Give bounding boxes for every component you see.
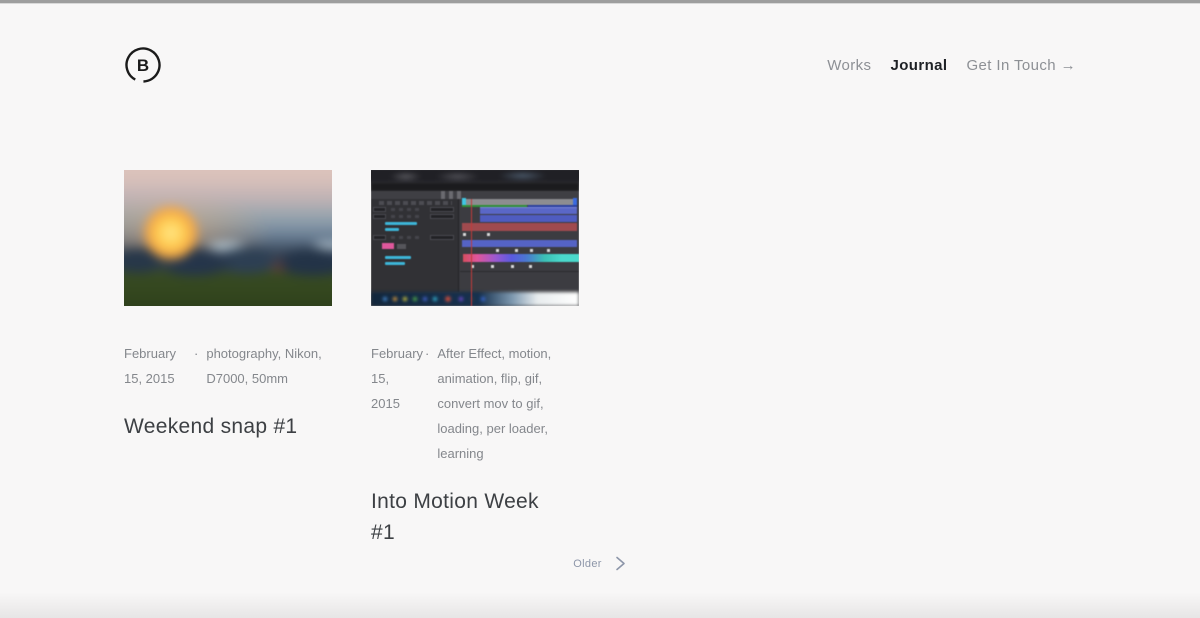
ae-property-cells [391,215,421,218]
after-effects-screenshot-art [371,170,579,306]
journal-page: B Works Journal Get In Touch → [0,0,1200,618]
content-container: B Works Journal Get In Touch → [124,0,1076,548]
ae-gradient-layer-bar [463,254,579,262]
ae-value-text [385,222,417,225]
ae-timeline-panel [460,199,579,292]
entry-meta: February 15, 2015 · After Effect, motion… [371,341,579,466]
ae-property-cells [391,236,421,239]
journal-entry: February 15, 2015 · After Effect, motion… [371,170,579,548]
ae-property-row [373,235,454,240]
ae-reset-button [373,235,386,240]
ae-layer-bar-blue [480,207,577,214]
logo-letter: B [137,56,149,75]
ae-keyframe [511,265,514,268]
ae-reset-button [373,214,386,219]
entry-meta: February 15, 2015 · photography, Nikon, … [124,341,332,391]
macos-dock [371,292,579,306]
ae-color-swatch [382,243,394,249]
nav-item-journal[interactable]: Journal [890,57,947,74]
ae-value-text [385,262,405,265]
ae-property-cells [391,208,421,211]
ae-dark-band [371,183,579,191]
ae-layer-bar-blue [462,240,577,247]
pagination: Older [0,556,1200,571]
ae-layer-bar-red [462,223,577,231]
entry-thumbnail-sunset-photo[interactable] [124,170,332,306]
entry-thumbnail-after-effects[interactable] [371,170,579,306]
entry-tags: After Effect, motion, animation, flip, g… [437,341,579,466]
ae-layer-bar-blue [480,215,577,222]
ae-window-titlebar [371,170,579,183]
ae-keyframe [530,249,533,252]
entry-title-link[interactable]: Into Motion Week #1 [371,486,567,548]
ae-panel-header [379,201,452,205]
ae-panel-divider [460,271,579,272]
ae-swatch-neighbor [397,244,406,249]
b-circle-logo[interactable]: B [124,46,162,84]
ae-keyframe [496,249,499,252]
older-link[interactable]: Older [573,558,601,570]
site-header: B Works Journal Get In Touch → [124,0,1076,84]
ae-reset-button [430,235,454,240]
b-circle-logo-icon: B [124,46,162,84]
ae-keyframe [491,265,494,268]
entry-tags: photography, Nikon, D7000, 50mm [206,341,332,391]
ae-keyframe [547,249,550,252]
nav-item-works[interactable]: Works [827,57,871,74]
meta-separator: · [194,341,198,366]
ae-reset-button [430,207,454,212]
chevron-right-icon[interactable] [614,556,627,571]
journal-entry: February 15, 2015 · photography, Nikon, … [124,170,332,548]
sunset-photo-art [124,170,332,306]
entry-date: February 15, 2015 [124,341,186,391]
journal-entries-grid: February 15, 2015 · photography, Nikon, … [124,170,1076,548]
ae-keyframe [487,233,490,236]
ae-toolbar [371,191,579,199]
ae-keyframe [463,233,466,236]
ae-property-row [373,207,454,212]
bottom-shadow [0,592,1200,618]
ae-reset-button [373,207,386,212]
ae-property-row [373,214,454,219]
ae-value-text [385,256,411,259]
ae-keyframe [515,249,518,252]
ae-value-text [385,228,399,231]
nav-item-get-in-touch[interactable]: Get In Touch → [966,57,1076,74]
ae-playhead [471,199,472,306]
main-nav: Works Journal Get In Touch → [827,57,1076,74]
entry-date: February 15, 2015 [371,341,417,416]
ae-layer-panel [371,199,459,292]
ae-keyframe [529,265,532,268]
ae-reset-button [430,214,454,219]
dock-app-icons [377,292,507,306]
entry-title-link[interactable]: Weekend snap #1 [124,411,320,442]
meta-separator: · [425,341,429,366]
